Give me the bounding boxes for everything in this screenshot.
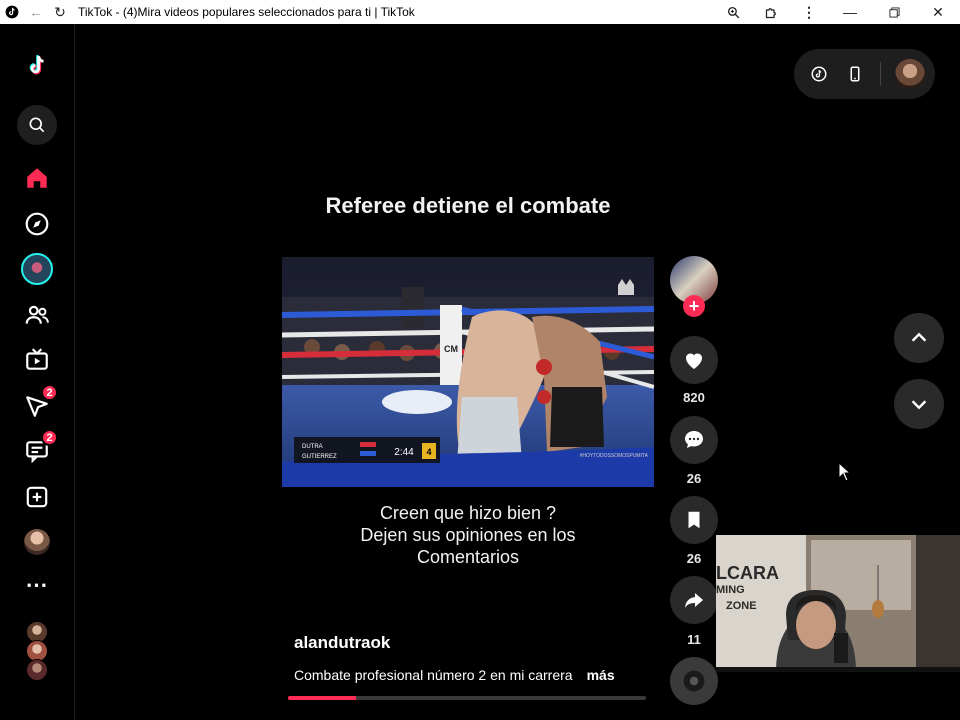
video-caption-overlay: Creen que hizo bien ? Dejen sus opinione…	[282, 502, 654, 568]
divider	[880, 62, 881, 86]
tiktok-logo-icon[interactable]	[17, 46, 57, 86]
mobile-app-icon[interactable]	[844, 63, 866, 85]
minimize-button[interactable]: —	[828, 0, 872, 24]
wall-text: MING	[716, 584, 745, 596]
boxing-scene-image: CM DUTRA GUTIERREZ 2:44 4 #HOYTODOSSOMOS…	[282, 257, 654, 487]
scoreboard-round: 4	[426, 447, 431, 457]
following-account-avatar[interactable]	[26, 659, 48, 681]
next-video-button[interactable]	[894, 379, 944, 429]
post-description-row: Combate profesional número 2 en mi carre…	[294, 667, 615, 683]
corner-logo: CM	[444, 344, 458, 354]
share-arrow-icon	[685, 593, 703, 608]
post-description: Combate profesional número 2 en mi carre…	[294, 667, 573, 683]
scoreboard-fighter-1: DUTRA	[302, 444, 323, 450]
live-avatar-icon[interactable]	[17, 249, 57, 289]
comment-count: 26	[686, 471, 702, 486]
share-count: 11	[687, 632, 701, 647]
video-watermark: #HOYTODOSSOMOSPUMITA	[580, 453, 649, 459]
tiktok-app-icon	[0, 0, 24, 24]
more-dots-icon[interactable]: ⋯	[17, 565, 57, 605]
upload-icon[interactable]	[17, 477, 57, 517]
like-count: 820	[683, 390, 705, 405]
mouse-cursor-icon	[838, 461, 852, 487]
share-button[interactable]	[670, 576, 718, 624]
wall-text: LCARA	[716, 563, 779, 583]
previous-video-button[interactable]	[894, 313, 944, 363]
comment-button[interactable]	[670, 416, 718, 464]
streamer-webcam-image: LCARA MING ZONE	[716, 535, 960, 672]
scoreboard-clock: 2:44	[394, 447, 414, 458]
extensions-icon[interactable]	[752, 0, 790, 24]
save-button[interactable]	[670, 496, 718, 544]
account-avatar[interactable]	[895, 59, 925, 89]
tiktok-coin-icon[interactable]	[808, 63, 830, 85]
save-count: 26	[686, 551, 702, 566]
like-button[interactable]	[670, 336, 718, 384]
webcam-overlay: LCARA MING ZONE	[716, 535, 960, 672]
reload-icon[interactable]: ↻	[48, 0, 72, 24]
search-button[interactable]	[17, 105, 57, 145]
follow-plus-icon[interactable]: +	[683, 295, 705, 317]
notifications-badge: 2	[41, 384, 58, 401]
post-username[interactable]: alandutraok	[294, 633, 390, 653]
video-player[interactable]: CM DUTRA GUTIERREZ 2:44 4 #HOYTODOSSOMOS…	[282, 257, 654, 487]
video-progress-bar[interactable]	[288, 696, 646, 700]
scoreboard-fighter-2: GUTIERREZ	[302, 454, 337, 460]
window-title: TikTok - (4)Mira videos populares selecc…	[78, 5, 415, 19]
chevron-down-icon	[911, 400, 927, 410]
comment-bubble-icon	[685, 431, 703, 448]
heart-icon	[686, 353, 702, 369]
music-disc-icon[interactable]	[670, 657, 718, 705]
restore-button[interactable]	[872, 0, 916, 24]
messages-badge: 2	[41, 429, 58, 446]
video-progress-fill	[288, 696, 357, 700]
close-button[interactable]: ✕	[916, 0, 960, 24]
profile-avatar[interactable]	[17, 522, 57, 562]
zoom-icon[interactable]	[714, 0, 752, 24]
messages-icon[interactable]: 2	[17, 429, 58, 471]
home-icon[interactable]	[17, 158, 57, 198]
caption-line: Creen que hizo bien ?	[379, 503, 557, 523]
sidebar: 2 2 ⋯	[0, 24, 75, 720]
following-icon[interactable]	[17, 295, 57, 335]
explore-compass-icon[interactable]	[17, 204, 57, 244]
caption-line: Dejen sus opiniones en los	[360, 525, 576, 545]
back-arrow-icon[interactable]: ←	[24, 0, 48, 24]
wall-text: ZONE	[726, 600, 757, 612]
chevron-up-icon	[911, 332, 927, 342]
caption-line: Comentarios	[416, 547, 520, 567]
more-link[interactable]: más	[587, 667, 615, 683]
menu-kebab-icon[interactable]: ⋮	[790, 0, 828, 24]
top-right-controls	[794, 49, 935, 99]
live-tv-icon[interactable]	[17, 340, 57, 380]
inbox-send-icon[interactable]: 2	[17, 384, 58, 426]
bookmark-icon	[688, 511, 700, 529]
video-overlay-title: Referee detiene el combate	[325, 193, 611, 218]
browser-titlebar: ← ↻ TikTok - (4)Mira videos populares se…	[0, 0, 960, 24]
